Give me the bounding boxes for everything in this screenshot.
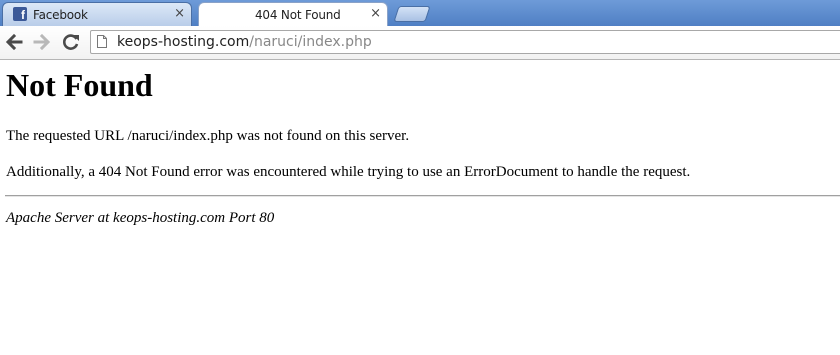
reload-button[interactable] bbox=[60, 31, 82, 53]
page-icon bbox=[97, 35, 107, 48]
url-path: /naruci/index.php bbox=[249, 34, 372, 50]
page-title: Not Found bbox=[6, 67, 153, 103]
address-bar[interactable]: keops-hosting.com/naruci/index.php bbox=[90, 30, 840, 54]
close-icon[interactable]: × bbox=[370, 6, 381, 21]
url-text[interactable]: keops-hosting.com/naruci/index.php bbox=[117, 34, 372, 50]
page-content: Not Found The requested URL /naruci/inde… bbox=[0, 61, 840, 355]
close-icon[interactable]: × bbox=[174, 6, 185, 21]
server-signature: Apache Server at keops-hosting.com Port … bbox=[6, 210, 275, 226]
tab-title: Facebook bbox=[33, 8, 88, 22]
tab-facebook[interactable]: f Facebook × bbox=[2, 2, 192, 26]
error-message: The requested URL /naruci/index.php was … bbox=[6, 128, 410, 144]
tab-404-not-found[interactable]: 404 Not Found × bbox=[198, 2, 388, 26]
forward-arrow-icon bbox=[33, 33, 51, 51]
back-arrow-icon bbox=[5, 33, 23, 51]
toolbar: keops-hosting.com/naruci/index.php bbox=[0, 26, 840, 60]
tab-title: 404 Not Found bbox=[255, 8, 341, 22]
divider bbox=[5, 195, 840, 197]
error-document-message: Additionally, a 404 Not Found error was … bbox=[6, 164, 691, 180]
forward-button[interactable] bbox=[31, 31, 53, 53]
reload-icon bbox=[63, 34, 79, 50]
back-button[interactable] bbox=[3, 31, 25, 53]
url-host: keops-hosting.com bbox=[117, 34, 250, 50]
facebook-icon: f bbox=[13, 7, 27, 21]
tab-strip: f Facebook × 404 Not Found × bbox=[0, 0, 840, 26]
new-tab-button[interactable] bbox=[393, 6, 431, 22]
